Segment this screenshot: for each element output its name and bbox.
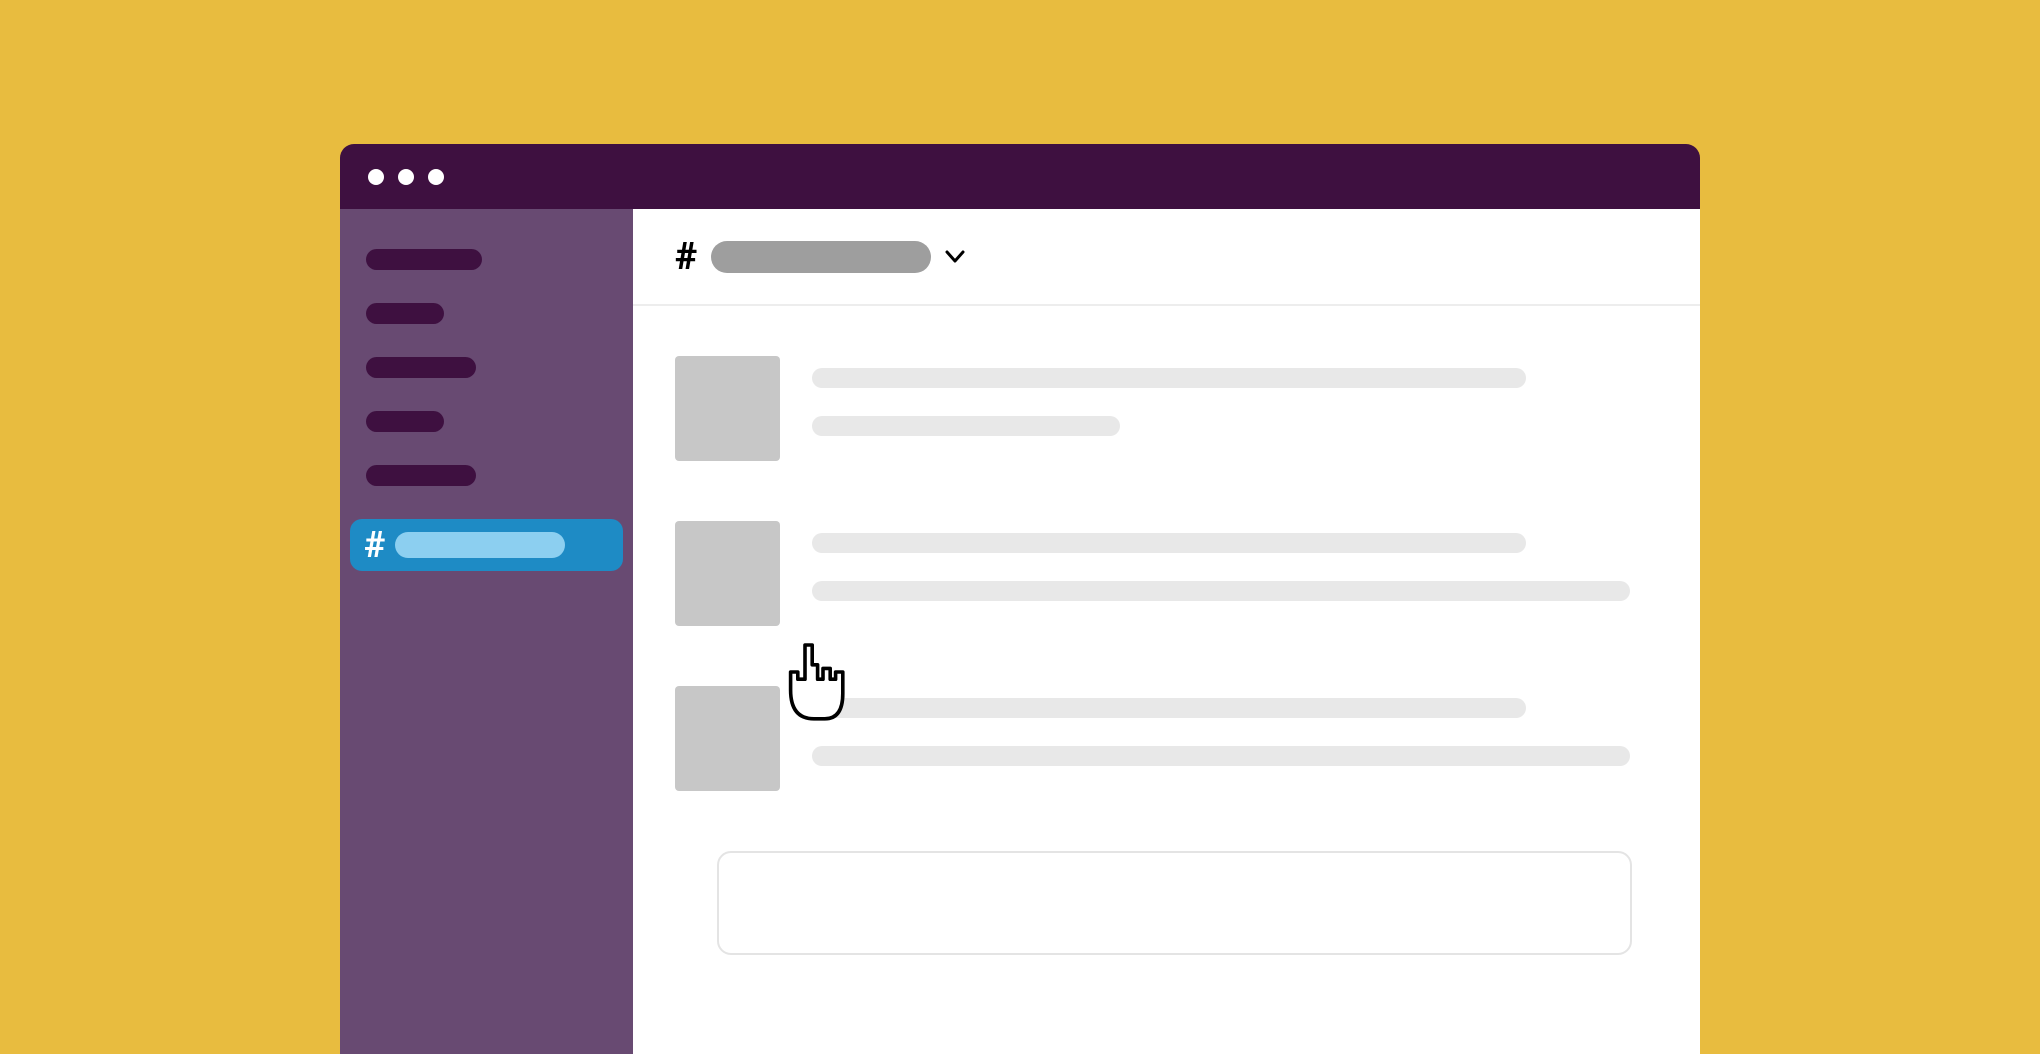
avatar[interactable]	[675, 686, 780, 791]
sidebar-active-channel-label	[395, 532, 565, 558]
message-line	[812, 533, 1526, 553]
app-body: # #	[340, 209, 1700, 1054]
window-titlebar	[340, 144, 1700, 209]
zoom-icon[interactable]	[428, 169, 444, 185]
avatar[interactable]	[675, 356, 780, 461]
sidebar-item[interactable]	[366, 249, 482, 270]
avatar[interactable]	[675, 521, 780, 626]
sidebar-item[interactable]	[366, 465, 476, 486]
message-input[interactable]	[717, 851, 1632, 955]
message-row[interactable]	[675, 686, 1674, 791]
minimize-icon[interactable]	[398, 169, 414, 185]
message-line	[812, 368, 1526, 388]
app-window: # #	[340, 144, 1700, 1054]
main-pane: #	[633, 209, 1700, 1054]
sidebar-item[interactable]	[366, 303, 444, 324]
chevron-down-icon[interactable]	[945, 250, 965, 264]
message-body	[812, 521, 1674, 626]
message-row[interactable]	[675, 521, 1674, 626]
close-icon[interactable]	[368, 169, 384, 185]
message-line	[812, 746, 1630, 766]
message-line	[812, 416, 1120, 436]
message-body	[812, 686, 1674, 791]
message-line	[812, 698, 1526, 718]
sidebar-active-channel[interactable]: #	[350, 519, 623, 571]
sidebar-item[interactable]	[366, 357, 476, 378]
hash-icon: #	[364, 527, 385, 563]
channel-name[interactable]	[711, 241, 931, 273]
message-body	[812, 356, 1674, 461]
sidebar-item[interactable]	[366, 411, 444, 432]
sidebar: #	[340, 209, 633, 1054]
channel-header: #	[633, 209, 1700, 306]
hash-icon: #	[675, 238, 697, 276]
message-row[interactable]	[675, 356, 1674, 461]
message-line	[812, 581, 1630, 601]
message-list	[633, 306, 1700, 1054]
